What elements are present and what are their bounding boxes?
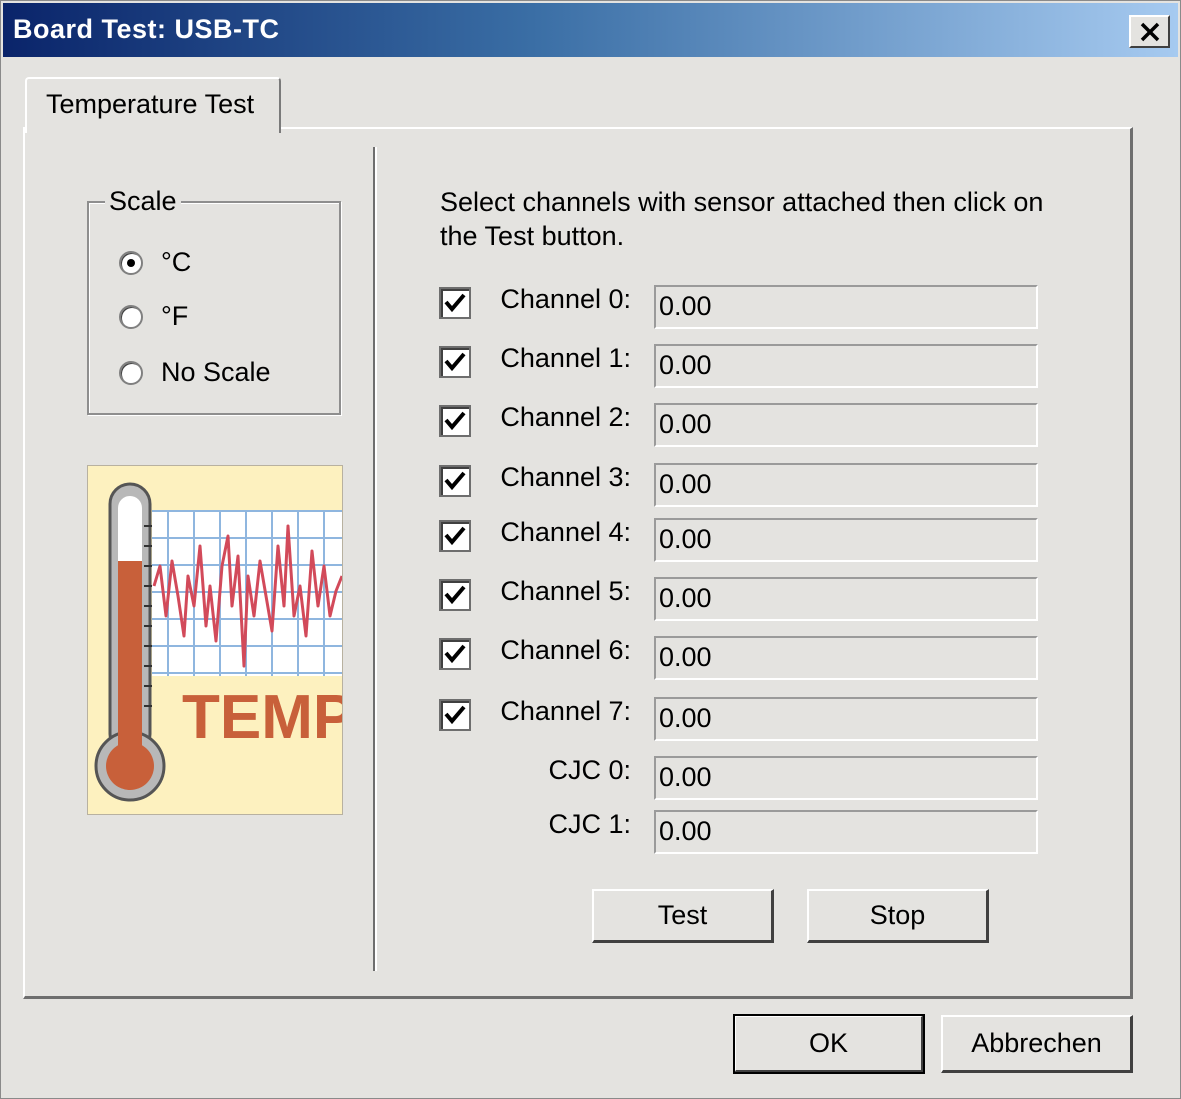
logo-temp-text: TEMP: [182, 683, 343, 752]
channel-7-checkbox[interactable]: [439, 699, 471, 731]
channel-2-checkbox[interactable]: [439, 405, 471, 437]
channel-4-label: Channel 4:: [500, 517, 631, 547]
channel-6-checkbox[interactable]: [439, 638, 471, 670]
radio-fahrenheit[interactable]: [119, 304, 143, 329]
scale-legend: Scale: [105, 186, 181, 217]
channel-4-value: 0.00: [654, 518, 1038, 562]
channel-4-checkbox[interactable]: [439, 520, 471, 552]
channel-2-value: 0.00: [654, 403, 1038, 447]
radio-celsius-row[interactable]: °C: [119, 247, 191, 278]
radio-celsius[interactable]: [119, 250, 143, 275]
tab-temperature-test[interactable]: Temperature Test: [25, 77, 281, 133]
checkmark-icon: [444, 352, 466, 372]
channel-5-checkbox[interactable]: [439, 579, 471, 611]
channel-3-label: Channel 3:: [500, 462, 631, 492]
title-bar[interactable]: Board Test: USB-TC: [3, 3, 1178, 57]
radio-celsius-label: °C: [161, 247, 192, 277]
channel-5-label: Channel 5:: [500, 576, 631, 606]
checkmark-icon: [444, 644, 466, 664]
vertical-divider: [373, 147, 377, 971]
test-button[interactable]: Test: [592, 889, 774, 943]
temp-logo-graphic: TEMP: [94, 482, 343, 802]
cjc-1-label: CJC 1:: [548, 809, 631, 839]
channel-3-checkbox[interactable]: [439, 465, 471, 497]
channel-0-checkbox[interactable]: [439, 287, 471, 319]
close-button[interactable]: [1129, 15, 1170, 48]
ok-button[interactable]: OK: [733, 1014, 925, 1074]
channel-0-label: Channel 0:: [500, 284, 631, 314]
radio-no-scale-label: No Scale: [161, 357, 271, 387]
channel-7-value: 0.00: [654, 697, 1038, 741]
checkmark-icon: [444, 705, 466, 725]
channel-1-label: Channel 1:: [500, 343, 631, 373]
checkmark-icon: [444, 471, 466, 491]
cancel-button[interactable]: Abbrechen: [941, 1015, 1133, 1073]
radio-fahrenheit-row[interactable]: °F: [119, 301, 188, 332]
cjc-0-value: 0.00: [654, 756, 1038, 800]
checkmark-icon: [444, 585, 466, 605]
channel-6-value: 0.00: [654, 636, 1038, 680]
window-title: Board Test: USB-TC: [13, 14, 280, 44]
cjc-0-label: CJC 0:: [548, 755, 631, 785]
checkmark-icon: [444, 526, 466, 546]
channel-6-label: Channel 6:: [500, 635, 631, 665]
cjc-1-value: 0.00: [654, 810, 1038, 854]
instructions-text: Select channels with sensor attached the…: [440, 187, 1044, 251]
radio-no-scale-row[interactable]: No Scale: [119, 357, 271, 388]
channel-1-checkbox[interactable]: [439, 346, 471, 378]
channel-1-value: 0.00: [654, 344, 1038, 388]
radio-no-scale[interactable]: [119, 360, 143, 385]
channel-3-value: 0.00: [654, 463, 1038, 507]
channel-2-label: Channel 2:: [500, 402, 631, 432]
close-icon: [1140, 22, 1159, 41]
stop-button[interactable]: Stop: [807, 889, 989, 943]
checkmark-icon: [444, 293, 466, 313]
checkmark-icon: [444, 411, 466, 431]
temp-logo: TEMP: [87, 465, 343, 815]
channel-7-label: Channel 7:: [500, 696, 631, 726]
radio-fahrenheit-label: °F: [161, 301, 189, 331]
tab-label: Temperature Test: [46, 89, 255, 119]
board-test-dialog: Board Test: USB-TC Temperature Test Scal…: [0, 0, 1181, 1099]
channel-5-value: 0.00: [654, 577, 1038, 621]
channel-0-value: 0.00: [654, 285, 1038, 329]
